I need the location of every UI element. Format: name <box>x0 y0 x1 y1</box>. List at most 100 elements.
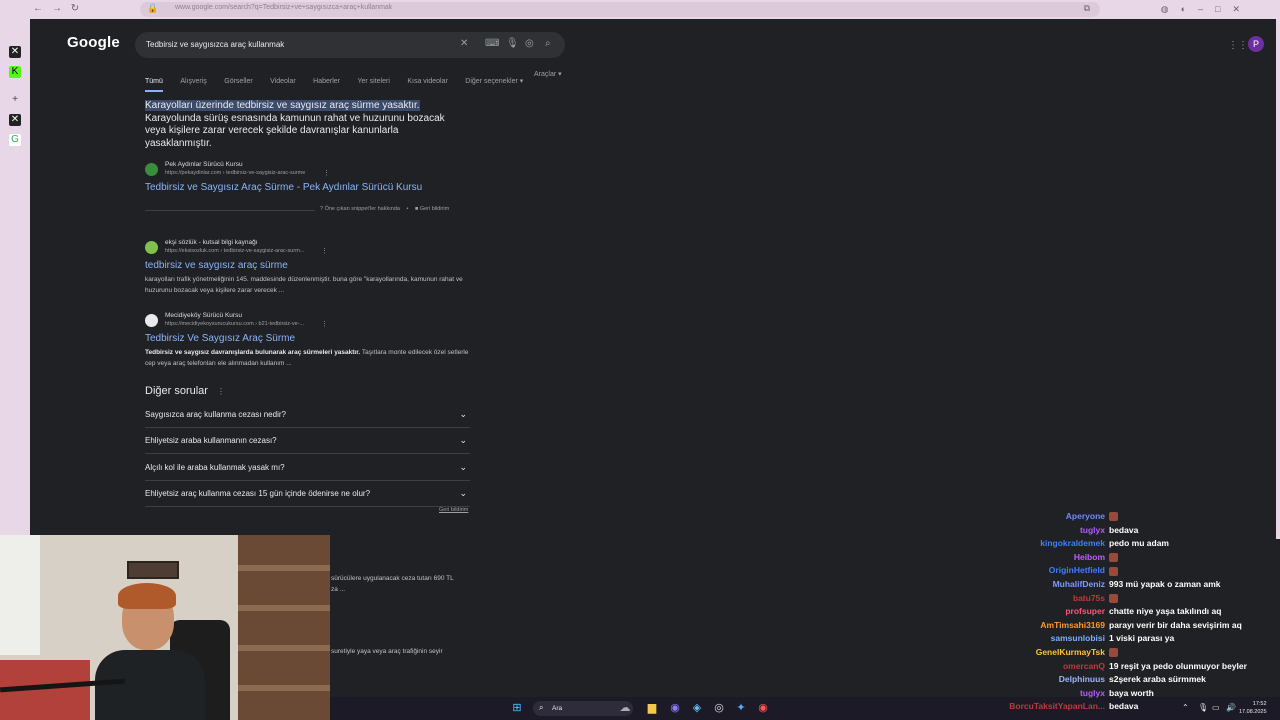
chat-message-text <box>1109 647 1118 658</box>
chevron-down-icon: ⌄ <box>459 462 467 472</box>
more-options-icon[interactable]: ⋮ <box>321 320 328 328</box>
search-result: ekşi sözlük - kutsal bilgi kaynağı https… <box>145 239 475 299</box>
folder-icon[interactable]: ▆ <box>645 701 659 715</box>
kick-app-icon[interactable]: K <box>9 66 21 78</box>
google-logo[interactable]: Google <box>67 34 120 51</box>
site-name: ekşi sözlük - kutsal bilgi kaynağı <box>165 239 258 246</box>
chat-username: Delphinuus <box>1058 674 1105 685</box>
chat-username: OriginHetfield <box>1048 565 1105 576</box>
shelf-row <box>238 605 330 611</box>
paa-question[interactable]: Saygısızca araç kullanma cezası nedir? ⌄ <box>145 402 470 428</box>
chat-username: samsunlobisi <box>1050 633 1105 644</box>
chat-message-text: bedava <box>1109 701 1139 712</box>
discord-icon[interactable]: ◉ <box>668 701 682 715</box>
tab-more[interactable]: Diğer seçenekler ▾ <box>465 77 523 85</box>
lens-icon[interactable]: ◎ <box>525 38 534 49</box>
more-options-icon[interactable]: ⋮ <box>323 169 330 177</box>
tab-all[interactable]: Tümü <box>145 78 163 92</box>
site-name: Mecidiyeköy Sürücü Kursu <box>165 312 242 319</box>
google-tab-icon[interactable]: G <box>9 134 21 146</box>
more-options-icon[interactable]: ⋮ <box>321 247 328 255</box>
chat-message-text: baya worth <box>1109 687 1154 698</box>
chat-emote-icon <box>1109 566 1118 576</box>
lock-icon: 🔒 <box>147 3 159 13</box>
result-title[interactable]: Tedbirsiz Ve Saygısız Araç Sürme <box>145 333 295 344</box>
keyboard-icon[interactable]: ⌨ <box>485 38 499 49</box>
apps-grid-icon[interactable]: ⋮⋮ <box>1228 40 1248 51</box>
clear-icon[interactable]: ✕ <box>460 38 468 49</box>
chat-username: tuglyx <box>1079 524 1105 535</box>
tab-videos[interactable]: Videolar <box>270 78 296 85</box>
site-url: https://pekaydinlar.com › tedbirsiz-ve-s… <box>165 170 306 176</box>
chevron-down-icon: ⌄ <box>459 435 467 445</box>
search-icon[interactable]: ⌕ <box>545 38 551 49</box>
steam-icon[interactable]: ◈ <box>690 701 704 715</box>
extension-icon[interactable]: ⧉ <box>1084 3 1090 14</box>
chat-username: MuhalifDeniz <box>1052 579 1105 589</box>
chat-username: kingokraldemek <box>1040 538 1105 549</box>
paa-question-text: Alçılı kol ile araba kullanmak yasak mı? <box>145 463 285 472</box>
paa-feedback-link[interactable]: Geri bildirim <box>439 507 468 513</box>
chevron-down-icon: ▾ <box>519 78 524 85</box>
tools-button[interactable]: Araçlar ▾ <box>534 70 562 78</box>
chat-message-text: parayı verir bir daha sevişirim aq <box>1109 619 1242 630</box>
chat-username: AmTimsahi3169 <box>1040 619 1105 630</box>
forward-icon[interactable]: → <box>52 4 62 14</box>
back-icon[interactable]: ← <box>33 4 43 14</box>
chat-message-text <box>1109 511 1118 522</box>
feedback-link[interactable]: Geri bildirim <box>420 206 449 212</box>
chat-message: tuglyx baya worth <box>960 688 1276 701</box>
x-app-icon[interactable]: ✕ <box>9 46 21 58</box>
search-box[interactable]: Tedbirsiz ve saygısızca araç kullanmak ✕… <box>135 32 565 58</box>
chat-username: GenelKurmayTsk <box>1035 647 1105 657</box>
chat-message: batu75s <box>960 593 1276 606</box>
chat-message-text: chatte niye yaşa takılındı aq <box>1109 606 1222 617</box>
address-bar[interactable]: 🔒 www.google.com/search?q=Tedbirsiz+ve+s… <box>140 2 1100 17</box>
chat-message: BorcuTaksitYapanLan... bedava <box>960 701 1276 714</box>
reload-icon[interactable]: ↻ <box>70 4 80 14</box>
x-app-icon-2[interactable]: ✕ <box>9 114 21 126</box>
site-url: https://eksisozluk.com › tedbirsiz-ve-sa… <box>165 248 305 254</box>
site-favicon <box>145 241 158 254</box>
mic-icon[interactable]: 🎙 <box>506 38 519 49</box>
add-icon[interactable]: + <box>9 94 21 106</box>
paa-question[interactable]: Ehliyetsiz araba kullanmanın cezası? ⌄ <box>145 428 470 454</box>
app-icon[interactable]: ✦ <box>734 701 748 715</box>
tab-places[interactable]: Yer siteleri <box>357 78 389 85</box>
chat-emote-icon <box>1109 553 1118 563</box>
featured-result-title[interactable]: Tedbirsiz ve Saygısız Araç Sürme - Pek A… <box>145 182 422 193</box>
browser-toolbar: ← → ↻ 🔒 www.google.com/search?q=Tedbirsi… <box>0 0 1280 19</box>
shelf-row <box>238 685 330 691</box>
result-title[interactable]: tedbirsiz ve saygısız araç sürme <box>145 260 288 271</box>
tab-news[interactable]: Haberler <box>313 78 340 85</box>
more-options-icon[interactable]: ⋮ <box>217 387 225 396</box>
windows-start-icon[interactable]: ⊞ <box>510 701 524 715</box>
paa-question[interactable]: Ehliyetsiz araç kullanma cezası 15 gün i… <box>145 481 470 507</box>
search-input[interactable]: Tedbirsiz ve saygısızca araç kullanmak <box>146 40 284 49</box>
chat-message-text: 1 viski parası ya <box>1109 633 1175 644</box>
chat-username: Heibom <box>1073 551 1105 562</box>
tab-short-videos[interactable]: Kısa videolar <box>407 78 447 85</box>
about-snippets-link[interactable]: Öne çıkan snippet'ler hakkında <box>325 206 400 212</box>
window-controls[interactable]: ◍◐‒□✕ <box>1161 4 1252 15</box>
chat-message: MuhalifDeniz 993 mü yapak o zaman amk <box>960 579 1276 592</box>
partial-result-text: za ... <box>331 586 346 593</box>
stream-chat-overlay: Aperyone tuglyx bedava kingokraldemek pedo m… <box>960 500 1276 720</box>
featured-source: Pek Aydınlar Sürücü Kursu https://pekayd… <box>145 161 475 201</box>
address-url: www.google.com/search?q=Tedbirsiz+ve+say… <box>175 4 393 11</box>
chat-message: AmTimsahi3169 parayı verir bir daha seviş… <box>960 620 1276 633</box>
tab-images[interactable]: Görseller <box>224 78 252 85</box>
account-avatar[interactable]: P <box>1248 36 1264 52</box>
widget-icon[interactable]: ☁ <box>618 701 632 715</box>
browser-icon[interactable]: ◉ <box>756 701 770 715</box>
obs-icon[interactable]: ◎ <box>712 701 726 715</box>
shelf-row <box>238 645 330 651</box>
paa-question[interactable]: Alçılı kol ile araba kullanmak yasak mı?… <box>145 455 470 481</box>
partial-result-text: suretiyle yaya veya araç trafiğinin seyi… <box>331 648 443 655</box>
tab-shopping[interactable]: Alışveriş <box>180 78 206 85</box>
webcam-person-hair <box>118 583 176 609</box>
shelf-row <box>238 565 330 571</box>
chat-message: samsunlobisi 1 viski parası ya <box>960 633 1276 646</box>
sidebar: ✕ K + ✕ G <box>0 19 30 539</box>
webcam-person-body <box>95 650 205 720</box>
